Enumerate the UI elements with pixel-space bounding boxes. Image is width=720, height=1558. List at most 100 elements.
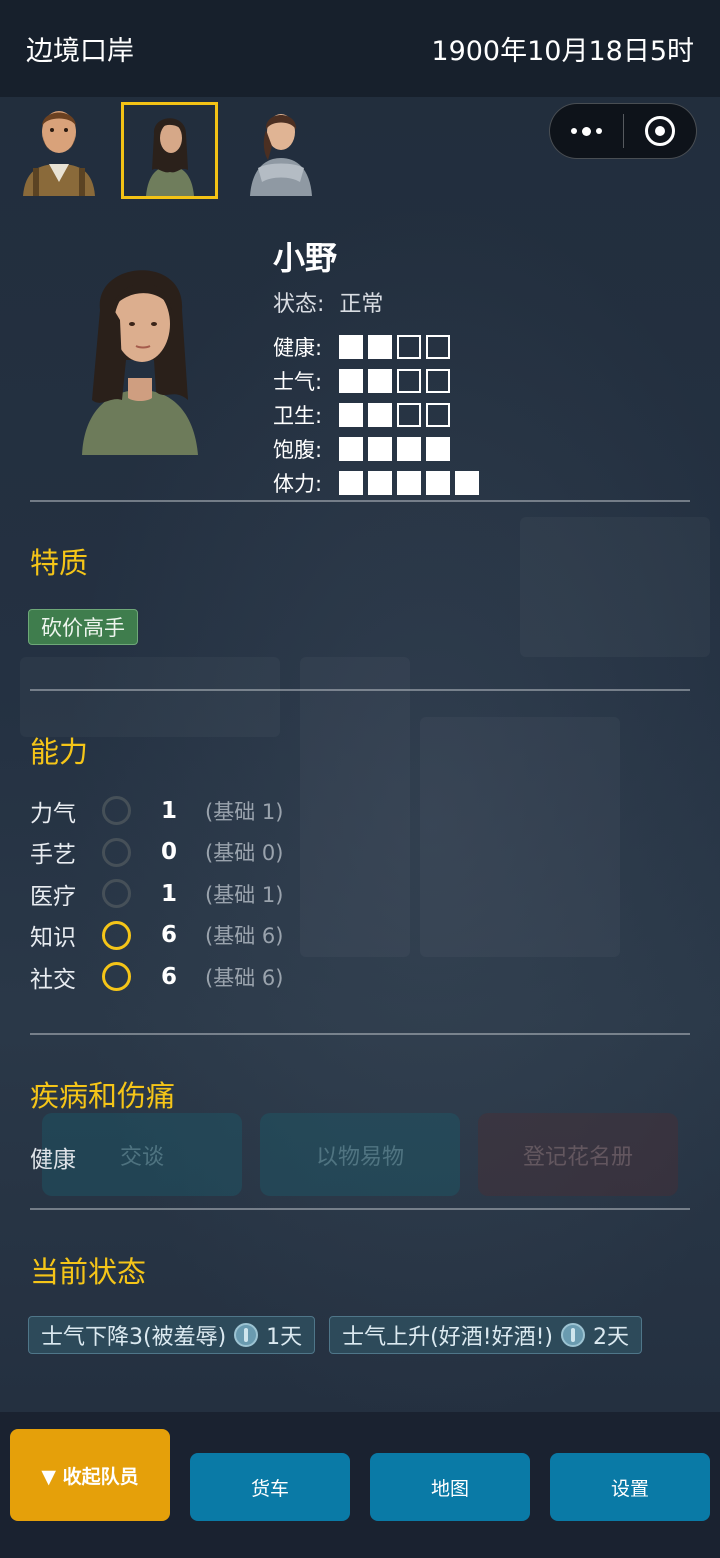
scarf-woman-portrait-icon (249, 114, 312, 196)
ability-base: (基础 0) (205, 841, 284, 866)
status-effect-item: 士气上升(好酒!好酒!) 2天 (329, 1316, 642, 1354)
ability-name: 手艺 (30, 842, 76, 869)
target-circle-icon (644, 116, 675, 146)
empty-square-icon (426, 403, 450, 427)
stat-row: 体力: (273, 466, 479, 500)
empty-square-icon (426, 335, 450, 359)
character-status: 状态: 正常 (273, 286, 383, 318)
filled-square-icon (455, 471, 479, 495)
traits-title: 特质 (30, 546, 89, 580)
ability-value: 1 (161, 797, 178, 824)
map-button[interactable]: 地图 (370, 1453, 530, 1521)
ability-circle-icon (102, 879, 131, 909)
abilities-list: 力气 1 (基础 1) 手艺 0 (基础 0) 医疗 1 (基础 1) 知识 6 (基础 6) 社交 6 (… (30, 790, 283, 998)
collapse-members-button[interactable]: ▼ 收起队员 (10, 1429, 170, 1521)
filled-square-icon (339, 335, 363, 359)
disease-title: 疾病和伤痛 (30, 1079, 176, 1113)
stat-meter (339, 403, 450, 427)
effect-text: 士气上升(好酒!好酒!) (342, 1325, 553, 1350)
filled-square-icon (368, 335, 392, 359)
ability-active-circle-icon (102, 962, 131, 992)
close-miniprogram-button[interactable] (624, 103, 697, 159)
xiaoye-portrait-icon (82, 270, 198, 455)
top-bar: 边境口岸 1900年10月18日5时 (0, 0, 720, 97)
portrait-bearded-man[interactable] (10, 102, 107, 199)
status-effect-item: 士气下降3(被羞辱) 1天 (28, 1316, 316, 1354)
location-title: 边境口岸 (26, 36, 134, 67)
empty-square-icon (426, 369, 450, 393)
status-label: 状态: (273, 292, 325, 317)
truck-button[interactable]: 货车 (190, 1453, 350, 1521)
ability-value: 6 (161, 922, 178, 949)
stat-row: 士气: (273, 364, 479, 398)
ability-row: 知识 6 (基础 6) (30, 915, 283, 957)
effect-duration: 2天 (592, 1325, 629, 1350)
ability-name: 力气 (30, 800, 76, 827)
character-name: 小野 (273, 239, 338, 277)
stat-label: 健康: (273, 336, 323, 360)
portrait-scarf-woman[interactable] (232, 102, 329, 199)
character-portrait (70, 250, 210, 455)
ability-name: 社交 (30, 966, 76, 993)
stat-meter (339, 335, 450, 359)
ability-name: 医疗 (30, 883, 76, 910)
effect-duration: 1天 (266, 1325, 303, 1350)
stat-label: 体力: (273, 472, 323, 496)
filled-square-icon (397, 471, 421, 495)
ability-circle-icon (102, 837, 131, 867)
stat-row: 饱腹: (273, 432, 479, 466)
game-datetime: 1900年10月18日5时 (431, 36, 694, 67)
stat-label: 卫生: (273, 404, 323, 428)
duration-coin-icon (560, 1323, 585, 1347)
stat-meter (339, 369, 450, 393)
ability-value: 0 (161, 839, 178, 866)
divider-2 (30, 689, 690, 691)
stat-row: 卫生: (273, 398, 479, 432)
filled-square-icon (368, 403, 392, 427)
register-button-background: 登记花名册 (478, 1113, 678, 1196)
ability-active-circle-icon (102, 920, 131, 950)
ability-base: (基础 6) (205, 965, 284, 990)
abilities-title: 能力 (30, 735, 89, 769)
stat-label: 饱腹: (273, 438, 323, 462)
more-options-button[interactable] (550, 103, 623, 159)
barter-button-background: 以物易物 (260, 1113, 460, 1196)
filled-square-icon (368, 471, 392, 495)
status-value: 正常 (339, 292, 384, 317)
empty-square-icon (397, 335, 421, 359)
divider-3 (30, 1033, 690, 1035)
duration-coin-icon (234, 1323, 259, 1347)
filled-square-icon (426, 471, 450, 495)
current-status-title: 当前状态 (30, 1255, 147, 1289)
empty-square-icon (397, 369, 421, 393)
stat-label: 士气: (273, 370, 323, 394)
ability-name: 知识 (30, 925, 76, 952)
disease-value: 健康 (30, 1147, 76, 1173)
ability-base: (基础 6) (205, 924, 284, 949)
ability-value: 1 (161, 880, 178, 907)
bearded-man-portrait-icon (22, 111, 95, 196)
xiaoye-small-portrait-icon (145, 118, 194, 196)
stat-meter (339, 437, 450, 461)
filled-square-icon (426, 437, 450, 461)
stat-row: 健康: (273, 330, 479, 364)
filled-square-icon (397, 437, 421, 461)
more-dots-icon (570, 126, 602, 136)
filled-square-icon (339, 437, 363, 461)
party-portraits (10, 102, 329, 199)
empty-square-icon (397, 403, 421, 427)
filled-square-icon (339, 403, 363, 427)
ability-row: 医疗 1 (基础 1) (30, 873, 283, 915)
divider-4 (30, 1208, 690, 1210)
ability-row: 社交 6 (基础 6) (30, 956, 283, 998)
filled-square-icon (339, 471, 363, 495)
stat-meter (339, 471, 479, 495)
trait-badge: 砍价高手 (28, 609, 138, 645)
portrait-xiaoye-selected[interactable] (121, 102, 218, 199)
settings-button[interactable]: 设置 (550, 1453, 710, 1521)
filled-square-icon (339, 369, 363, 393)
character-stats: 健康: 士气: 卫生: 饱腹: 体力: (273, 330, 479, 500)
divider-1 (30, 500, 690, 502)
ability-value: 6 (161, 963, 178, 990)
ability-base: (基础 1) (205, 882, 284, 907)
